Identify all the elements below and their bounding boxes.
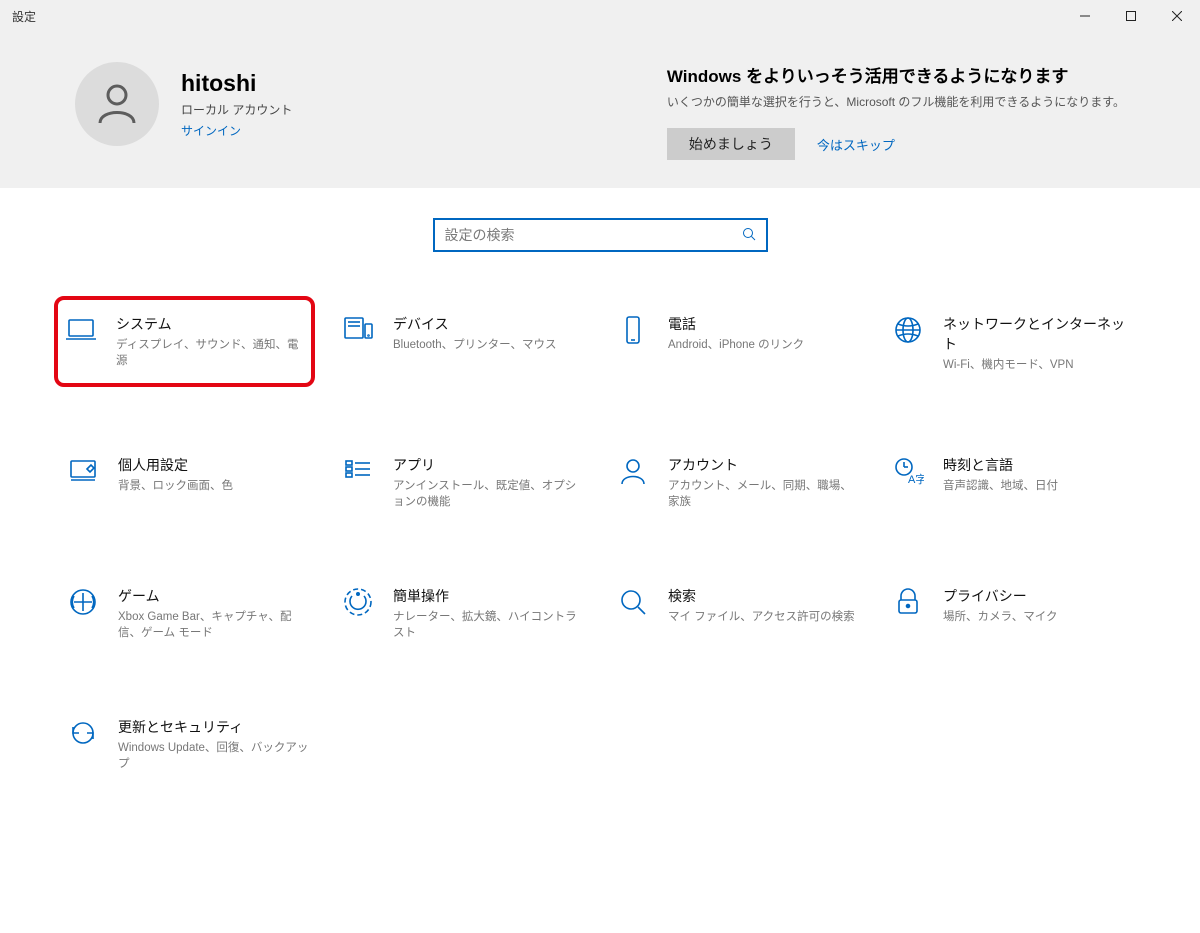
category-subtitle: Bluetooth、プリンター、マウス [393,338,556,354]
time-lang-icon [891,455,925,510]
category-tile-account[interactable]: アカウントアカウント、メール、同期、職場、家族 [610,447,865,518]
promo-skip-link[interactable]: 今はスキップ [817,135,895,154]
phone-icon [616,314,650,379]
category-subtitle: アンインストール、既定値、オプションの機能 [393,479,584,510]
category-subtitle: 場所、カメラ、マイク [943,610,1058,626]
maximize-button[interactable] [1108,0,1154,32]
minimize-button[interactable] [1062,0,1108,32]
category-tile-phone[interactable]: 電話 Android、iPhone のリンク [610,306,865,387]
category-title: ネットワークとインターネット [943,314,1134,354]
window-title: 設定 [12,8,36,25]
category-subtitle: マイ ファイル、アクセス許可の検索 [668,610,855,626]
category-tile-game[interactable]: ゲーム Xbox Game Bar、キャプチャ、配信、ゲーム モード [60,578,315,649]
search-wrap [0,188,1200,266]
category-title: 時刻と言語 [943,455,1058,475]
category-tile-personalize[interactable]: 個人用設定背景、ロック画面、色 [60,447,315,518]
category-title: アプリ [393,455,584,475]
category-tile-devices[interactable]: デバイス Bluetooth、プリンター、マウス [335,306,590,387]
category-subtitle: ナレーター、拡大鏡、ハイコントラスト [393,610,584,641]
privacy-icon [891,586,925,641]
accessibility-icon [341,586,375,641]
globe-icon [891,314,925,379]
category-tile-globe[interactable]: ネットワークとインターネット Wi-Fi、機内モード、VPN [885,306,1140,387]
category-subtitle: 音声認識、地域、日付 [943,479,1058,495]
promo-block: Windows をよりいっそう活用できるようになります いくつかの簡単な選択を行… [667,62,1125,160]
avatar [75,62,159,146]
category-title: 検索 [668,586,855,606]
promo-subtitle: いくつかの簡単な選択を行うと、Microsoft のフル機能を利用できるようにな… [667,93,1125,110]
category-title: アカウント [668,455,859,475]
category-title: プライバシー [943,586,1058,606]
category-title: デバイス [393,314,556,334]
category-subtitle: 背景、ロック画面、色 [118,479,233,495]
profile-name: hitoshi [181,70,292,97]
category-subtitle: アカウント、メール、同期、職場、家族 [668,479,859,510]
game-icon [66,586,100,641]
category-tile-time-lang[interactable]: 時刻と言語音声認識、地域、日付 [885,447,1140,518]
categories-grid: システムディスプレイ、サウンド、通知、電源 デバイス Bluetooth、プリンター… [60,306,1140,780]
personalize-icon [66,455,100,510]
laptop-icon [64,314,98,369]
category-title: 個人用設定 [118,455,233,475]
category-title: ゲーム [118,586,309,606]
category-tile-privacy[interactable]: プライバシー場所、カメラ、マイク [885,578,1140,649]
update-icon [66,717,100,772]
profile-block: hitoshi ローカル アカウント サインイン [75,62,292,146]
search-box[interactable] [433,218,768,252]
category-tile-apps[interactable]: アプリアンインストール、既定値、オプションの機能 [335,447,590,518]
titlebar: 設定 [0,0,1200,32]
category-tile-laptop[interactable]: システムディスプレイ、サウンド、通知、電源 [54,296,315,387]
apps-icon [341,455,375,510]
devices-icon [341,314,375,379]
promo-start-button[interactable]: 始めましょう [667,128,795,160]
search-icon [616,586,650,641]
window-controls [1062,0,1200,32]
promo-title: Windows をよりいっそう活用できるようになります [667,62,1125,87]
category-tile-accessibility[interactable]: 簡単操作ナレーター、拡大鏡、ハイコントラスト [335,578,590,649]
category-subtitle: Windows Update、回復、バックアップ [118,741,309,772]
category-tile-search[interactable]: 検索マイ ファイル、アクセス許可の検索 [610,578,865,649]
search-input[interactable] [445,227,742,243]
category-subtitle: Xbox Game Bar、キャプチャ、配信、ゲーム モード [118,610,309,641]
header: hitoshi ローカル アカウント サインイン Windows をよりいっそう… [0,32,1200,188]
category-title: 電話 [668,314,804,334]
signin-link[interactable]: サインイン [181,122,292,139]
category-title: 更新とセキュリティ [118,717,309,737]
category-subtitle: ディスプレイ、サウンド、通知、電源 [116,338,301,369]
category-title: 簡単操作 [393,586,584,606]
profile-account-type: ローカル アカウント [181,101,292,118]
category-title: システム [116,314,301,334]
search-icon [742,227,756,244]
category-subtitle: Android、iPhone のリンク [668,338,804,354]
account-icon [616,455,650,510]
category-subtitle: Wi-Fi、機内モード、VPN [943,358,1134,374]
close-button[interactable] [1154,0,1200,32]
category-tile-update[interactable]: 更新とセキュリティ Windows Update、回復、バックアップ [60,709,315,780]
